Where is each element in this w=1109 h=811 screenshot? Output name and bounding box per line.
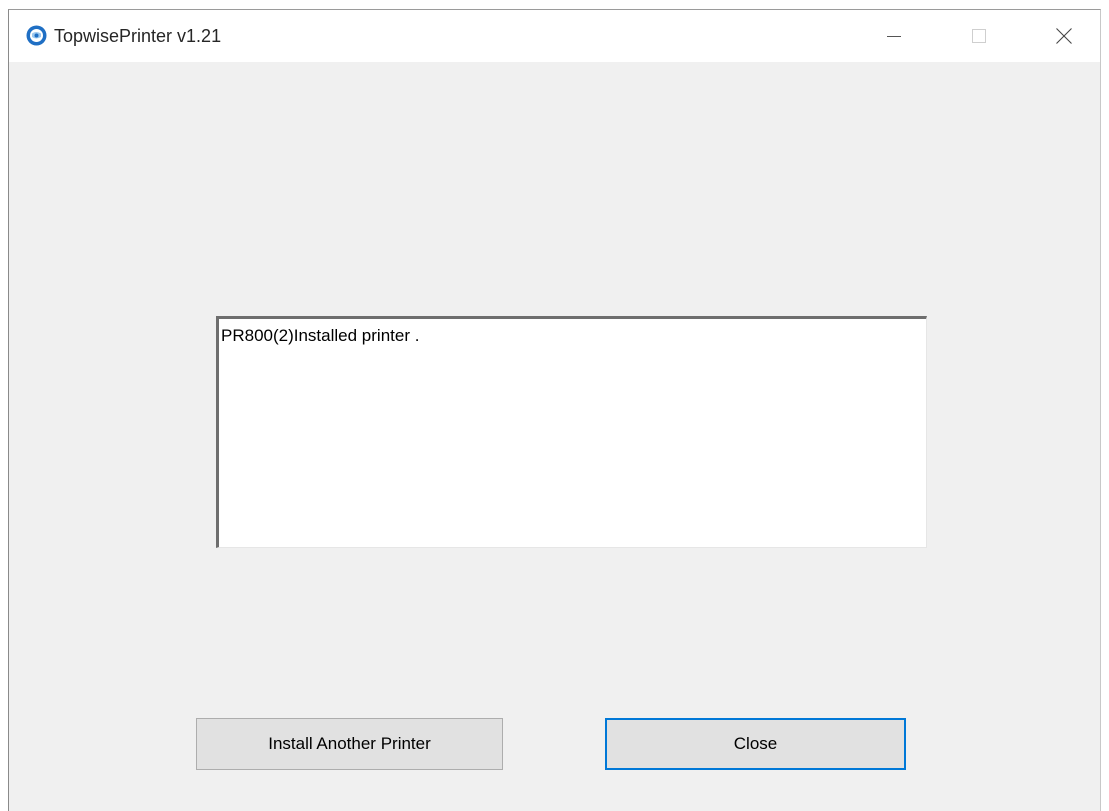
close-button[interactable]: Close [605, 718, 906, 770]
maximize-icon [972, 29, 986, 43]
close-icon [1056, 28, 1072, 44]
window-title: TopwisePrinter v1.21 [54, 26, 222, 46]
title-bar[interactable]: TopwisePrinter v1.21 [9, 10, 1100, 62]
minimize-icon [887, 36, 901, 37]
maximize-button[interactable] [944, 10, 1014, 62]
app-window: TopwisePrinter v1.21 PR800(2)Installed p… [8, 9, 1101, 811]
app-globe-icon [26, 25, 47, 46]
close-window-button[interactable] [1029, 10, 1099, 62]
minimize-button[interactable] [859, 10, 929, 62]
install-log-textbox[interactable]: PR800(2)Installed printer . [216, 316, 927, 548]
install-another-printer-button[interactable]: Install Another Printer [196, 718, 503, 770]
install-log-text: PR800(2)Installed printer . [221, 326, 420, 345]
